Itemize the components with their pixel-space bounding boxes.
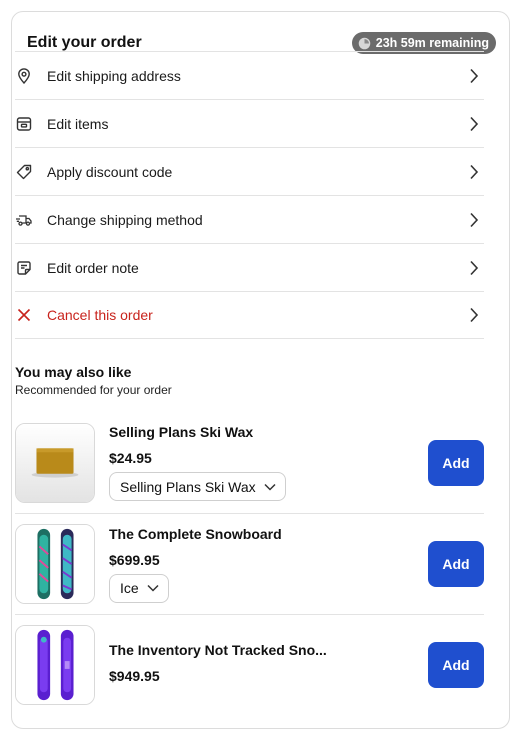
- page-title: Edit your order: [27, 34, 142, 51]
- chevron-right-icon: [466, 68, 482, 84]
- box-icon: [15, 115, 33, 133]
- variant-selected-value: Selling Plans Ski Wax: [120, 478, 256, 495]
- menu-item-label: Change shipping method: [47, 211, 203, 228]
- product-price: $24.95: [109, 450, 152, 466]
- variant-select[interactable]: Ice: [109, 573, 169, 603]
- recommendations-subtitle: Recommended for your order: [15, 383, 172, 397]
- product-name: The Complete Snowboard: [109, 525, 282, 542]
- truck-icon: [15, 211, 33, 229]
- menu-item-label: Apply discount code: [47, 163, 173, 180]
- chevron-right-icon: [466, 116, 482, 132]
- edit-options-list: Edit shipping address Edit items Apply d…: [15, 51, 484, 339]
- chevron-right-icon: [466, 307, 482, 323]
- edit-shipping-address-row[interactable]: Edit shipping address: [15, 51, 484, 99]
- product-image-ski-wax: [15, 422, 95, 503]
- tag-icon: [15, 163, 33, 181]
- menu-item-label: Edit items: [47, 115, 109, 132]
- recommendations-title: You may also like: [15, 364, 132, 380]
- cancel-order-row[interactable]: Cancel this order: [15, 291, 484, 339]
- chevron-right-icon: [466, 260, 482, 276]
- product-card: Selling Plans Ski Wax $24.95 Selling Pla…: [15, 412, 484, 513]
- product-image-complete-snowboard: [15, 524, 95, 604]
- clock-icon: [358, 37, 371, 49]
- edit-items-row[interactable]: Edit items: [15, 99, 484, 147]
- recommended-products-list: Selling Plans Ski Wax $24.95 Selling Pla…: [15, 412, 484, 715]
- product-card: The Inventory Not Tracked Sno... $949.95…: [15, 614, 484, 715]
- chevron-right-icon: [466, 212, 482, 228]
- product-price: $699.95: [109, 551, 160, 568]
- close-icon: [15, 306, 33, 324]
- time-remaining-text: 23h 59m remaining: [375, 36, 489, 50]
- product-name: The Inventory Not Tracked Sno...: [109, 642, 327, 658]
- product-price: $949.95: [109, 668, 160, 684]
- change-shipping-method-row[interactable]: Change shipping method: [15, 195, 484, 243]
- note-icon: [15, 259, 33, 277]
- product-card: The Complete Snowboard $699.95 Ice Add: [15, 513, 484, 614]
- menu-item-label: Cancel this order: [47, 307, 153, 323]
- location-pin-icon: [15, 67, 33, 85]
- add-button[interactable]: Add: [428, 541, 484, 587]
- add-button[interactable]: Add: [428, 439, 484, 486]
- chevron-down-icon: [147, 584, 159, 592]
- recommendations-header: You may also like Recommended for your o…: [15, 364, 484, 397]
- menu-item-label: Edit shipping address: [47, 67, 181, 84]
- chevron-right-icon: [466, 164, 482, 180]
- product-name: Selling Plans Ski Wax: [109, 424, 254, 440]
- chevron-down-icon: [264, 483, 276, 491]
- edit-order-note-row[interactable]: Edit order note: [15, 243, 484, 291]
- product-image-inventory-snowboard: [15, 625, 95, 705]
- menu-item-label: Edit order note: [47, 259, 139, 276]
- variant-selected-value: Ice: [120, 580, 139, 596]
- apply-discount-code-row[interactable]: Apply discount code: [15, 147, 484, 195]
- variant-select[interactable]: Selling Plans Ski Wax: [109, 472, 286, 501]
- add-button[interactable]: Add: [428, 642, 484, 688]
